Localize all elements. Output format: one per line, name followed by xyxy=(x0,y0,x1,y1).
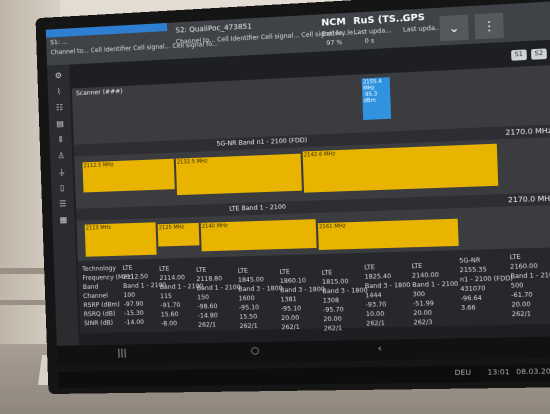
table-col-5: LTE 1860.10 Band 3 - 1800 1381 -95.10 20… xyxy=(279,266,326,332)
nr-yellow-block-1[interactable]: 2112.5 MHz xyxy=(82,158,175,193)
antenna-icon[interactable]: ⏚ xyxy=(57,167,67,177)
table-cell: 262/1 xyxy=(198,321,217,329)
table-col-4: LTE 1845.00 Band 3 - 1800 1600 -95.10 15… xyxy=(237,265,284,331)
active-device-indicator xyxy=(45,22,168,38)
table-cell: 262/1 xyxy=(323,324,343,333)
pill-s2[interactable]: S2 xyxy=(530,48,547,60)
table-cell: 3.66 xyxy=(460,304,476,312)
person-icon[interactable]: ♙ xyxy=(56,151,66,161)
monitor-bezel: S1: ... Channel to... Cell Identifier Ce… xyxy=(35,0,550,395)
table-cell: 262/1 xyxy=(366,319,385,328)
grid-icon[interactable]: ▦ xyxy=(58,215,68,225)
nr-band-label: 5G-NR Band n1 - 2100 (FDD) xyxy=(216,136,308,148)
table-cell: Band 1 - 2100 xyxy=(196,284,241,293)
home-icon[interactable]: ○ xyxy=(251,346,260,356)
gps-last-update-label: Last upda... xyxy=(402,24,442,34)
table-cell: Band 3 - 1800 xyxy=(238,284,283,294)
lte-yellow-block-1[interactable]: 2113 MHz xyxy=(84,222,157,257)
nr-yellow-block-3[interactable]: 2142.6 MHz xyxy=(302,143,499,193)
android-navbar: ||| ○ ‹ xyxy=(56,336,550,366)
lte-yellow-block-4[interactable]: 2161 MHz xyxy=(317,218,459,250)
lte-freq-label: 2170.0 MHz xyxy=(507,194,550,205)
table-col-6: LTE 1815.00 Band 3 - 1800 1308 -95.70 20… xyxy=(322,267,370,333)
back-icon[interactable]: ‹ xyxy=(378,344,382,354)
rus-title[interactable]: RuS (TS... xyxy=(353,14,407,27)
taskbar-date[interactable]: 08.03.2022 xyxy=(516,367,550,376)
table-col-3: LTE 2118.80 Band 1 - 2100 150 -98.60 -14… xyxy=(196,265,242,330)
nr-blue-block[interactable]: 2155.4 MHz -95.3 dBm xyxy=(361,77,392,120)
table-col-10: LTE 2160.00 Band 1 - 2100 500 -61.70 20.… xyxy=(510,252,550,320)
list-icon[interactable]: ☰ xyxy=(58,199,68,209)
rus-last-update-label: Last upda... xyxy=(353,27,392,37)
table-cell: Band 1 - 2100 xyxy=(510,271,550,281)
pill-s1[interactable]: S1 xyxy=(510,49,527,61)
ncm-title[interactable]: NCM xyxy=(321,17,346,29)
chart-icon[interactable]: ▤ xyxy=(55,119,65,129)
nr-freq-label: 2170.0 MHz xyxy=(505,126,550,137)
recent-apps-icon[interactable]: ||| xyxy=(117,349,127,359)
gps-title[interactable]: GPS xyxy=(402,13,425,25)
table-cell: Band 3 - 1800 xyxy=(364,281,411,291)
users-icon[interactable]: ☷ xyxy=(54,103,64,113)
windows-taskbar: DEU 13:01 08.03.2022 xyxy=(57,363,550,388)
device-pills: S1 S2 xyxy=(509,48,547,61)
table-cell: n1 - 2100 (FDD) xyxy=(459,274,514,284)
nr-yellow-block-2[interactable]: 2132.5 MHz xyxy=(175,153,302,196)
taskbar-language[interactable]: DEU xyxy=(454,369,471,378)
table-cell: Band 1 - 2100 xyxy=(412,280,459,290)
lte-yellow-block-3[interactable]: 2140 MHz xyxy=(200,219,317,252)
phone-icon[interactable]: ▯ xyxy=(57,183,67,193)
more-menu-icon[interactable]: ⋮ xyxy=(474,12,504,40)
lte-band-label: LTE Band 1 - 2100 xyxy=(229,203,287,213)
gear-icon[interactable]: ⚙ xyxy=(53,71,63,82)
table-col-8: LTE 2140.00 Band 1 - 2100 300 -51.99 20.… xyxy=(411,261,459,328)
chevron-down-icon[interactable]: ⌄ xyxy=(439,14,469,42)
rus-last-update-value: 0 s xyxy=(364,37,375,46)
table-cell: 262/1 xyxy=(281,323,300,332)
scanner-label: Scanner (###) xyxy=(75,88,123,98)
table-cell: 262/3 xyxy=(413,318,433,327)
signal-icon[interactable]: ⫴ xyxy=(55,135,65,145)
table-cell: Band 3 - 1800 xyxy=(280,285,326,295)
device-s2-title[interactable]: S2: QualiPoc_473851 xyxy=(175,22,252,34)
monitor-screen: S1: ... Channel to... Cell Identifier Ce… xyxy=(45,1,550,366)
table-col-9: 5G-NR 2155.35 n1 - 2100 (FDD) 431070 -96… xyxy=(459,255,514,313)
taskbar-time[interactable]: 13:01 xyxy=(487,368,510,377)
cell-table: Technology Frequency (MHz) Band Channel … xyxy=(77,247,550,334)
table-cell: 262/1 xyxy=(239,322,258,331)
table-cell: 262/1 xyxy=(511,310,532,319)
device-s1-title[interactable]: S1: ... xyxy=(50,39,67,47)
table-col-7: LTE 1825.40 Band 3 - 1800 1444 -93.70 10… xyxy=(364,262,412,329)
lte-yellow-block-2[interactable]: 2125 MHz xyxy=(157,222,200,247)
scanner-icon[interactable]: ⌇ xyxy=(54,87,64,97)
table-cell: Band 3 - 1800 xyxy=(322,287,368,296)
ncm-battery-value: 97 % xyxy=(326,39,343,48)
